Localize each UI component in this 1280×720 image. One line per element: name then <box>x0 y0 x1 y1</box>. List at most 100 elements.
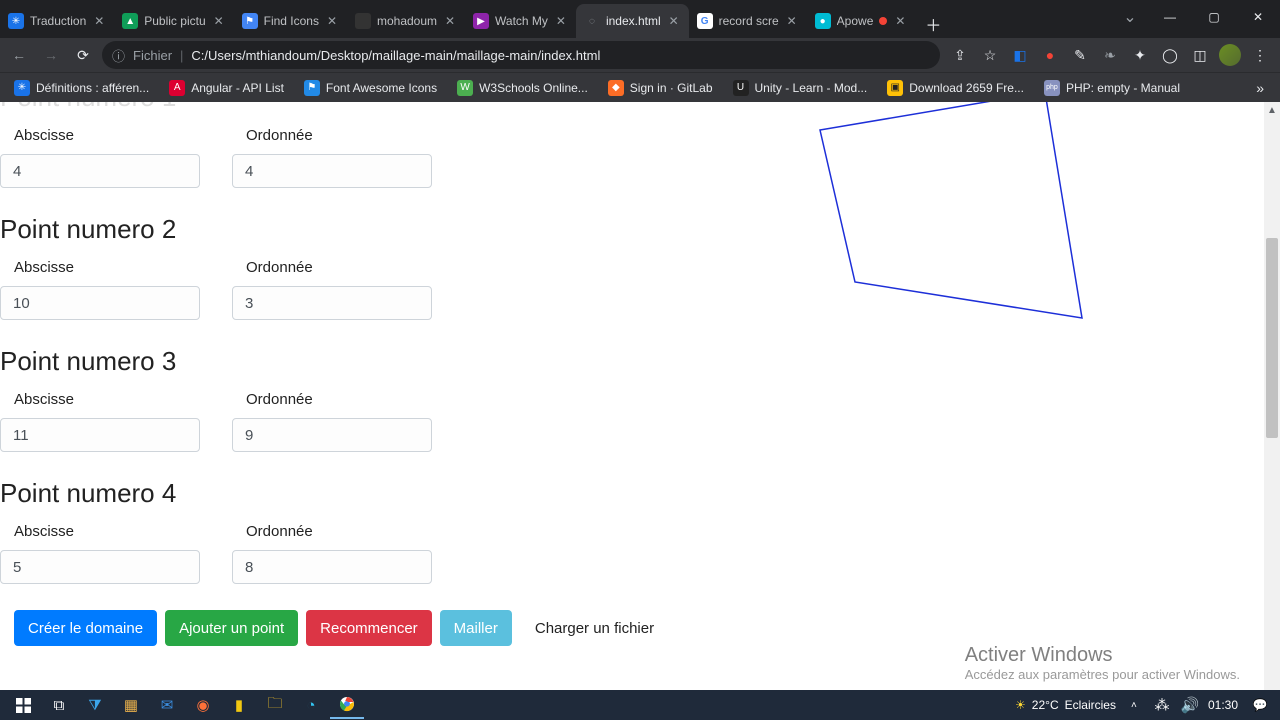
bookmark-0[interactable]: ✳Définitions : afféren... <box>6 76 157 100</box>
bookmark-4[interactable]: ◆Sign in · GitLab <box>600 76 721 100</box>
tab-7[interactable]: ●Apowe✕ <box>807 4 916 38</box>
profile-avatar[interactable] <box>1216 41 1244 69</box>
share-icon[interactable]: ⇪ <box>946 41 974 69</box>
close-icon[interactable]: ✕ <box>325 14 339 28</box>
calendar-icon[interactable]: ▦ <box>114 691 148 719</box>
close-icon[interactable]: ✕ <box>212 14 226 28</box>
close-window-button[interactable]: ✕ <box>1236 0 1280 34</box>
maximize-button[interactable]: ▢ <box>1192 0 1236 34</box>
bookmark-7[interactable]: phpPHP: empty - Manual <box>1036 76 1188 100</box>
close-icon[interactable]: ✕ <box>443 14 457 28</box>
close-icon[interactable]: ✕ <box>785 14 799 28</box>
reload-button[interactable]: ⟳ <box>70 42 96 68</box>
mail-icon[interactable]: ✉ <box>150 691 184 719</box>
bookmark-6[interactable]: ▣Download 2659 Fre... <box>879 76 1032 100</box>
point4-x-input[interactable] <box>0 550 200 584</box>
scroll-thumb[interactable] <box>1266 238 1278 438</box>
tab-1[interactable]: ▲Public pictu✕ <box>114 4 233 38</box>
close-icon[interactable]: ✕ <box>893 14 907 28</box>
vscode-icon[interactable]: ⧩ <box>78 691 112 719</box>
url-field[interactable]: ⓘ Fichier | C:/Users/mthiandoum/Desktop/… <box>102 41 940 69</box>
tab-5-active[interactable]: ◌index.html✕ <box>576 4 689 38</box>
notifications-icon[interactable]: 💬 <box>1246 691 1274 719</box>
abscisse-label: Abscisse <box>0 391 200 408</box>
polygon-svg <box>800 102 1100 342</box>
new-tab-button[interactable]: ＋ <box>919 10 947 38</box>
scrollbar[interactable]: ▲ <box>1264 102 1280 690</box>
close-icon[interactable]: ✕ <box>667 14 681 28</box>
ext5-circle-icon[interactable]: ◯ <box>1156 41 1184 69</box>
domain-polygon-shape <box>820 102 1082 318</box>
point1-x-input[interactable] <box>0 154 200 188</box>
point2-y-input[interactable] <box>232 286 432 320</box>
forward-button[interactable]: → <box>38 42 64 68</box>
bookmark-star-icon[interactable]: ☆ <box>976 41 1004 69</box>
close-icon[interactable]: ✕ <box>92 14 106 28</box>
tab-4[interactable]: ▶Watch My✕ <box>465 4 576 38</box>
polygon-canvas <box>800 102 1220 462</box>
bm-dl-icon: ▣ <box>887 80 903 96</box>
favicon-flag-icon: ⚑ <box>242 13 258 29</box>
explorer-icon[interactable]: 🗀 <box>258 691 292 719</box>
bookmark-label: W3Schools Online... <box>479 81 588 95</box>
mesh-button[interactable]: Mailler <box>440 610 512 646</box>
info-icon[interactable]: ⓘ <box>112 46 125 65</box>
tab-label: mohadoum <box>377 14 437 28</box>
tab-2[interactable]: ⚑Find Icons✕ <box>234 4 347 38</box>
taskview-icon[interactable]: ⧉ <box>42 691 76 719</box>
ordonnee-label: Ordonnée <box>232 523 432 540</box>
menu-kebab-icon[interactable]: ⋮ <box>1246 41 1274 69</box>
ordonnee-label: Ordonnée <box>232 127 432 144</box>
close-icon[interactable]: ✕ <box>554 14 568 28</box>
bookmarks-overflow-button[interactable]: » <box>1246 80 1274 96</box>
sidepanel-icon[interactable]: ◫ <box>1186 41 1214 69</box>
bookmark-3[interactable]: WW3Schools Online... <box>449 76 596 100</box>
bookmark-2[interactable]: ⚑Font Awesome Icons <box>296 76 445 100</box>
weather-sun-icon: ☀ <box>1015 698 1026 712</box>
point1-y-input[interactable] <box>232 154 432 188</box>
tab-6[interactable]: Grecord scre✕ <box>689 4 807 38</box>
tab-label: Watch My <box>495 14 548 28</box>
action-button-row: Créer le domaine Ajouter un point Recomm… <box>0 610 1260 646</box>
favicon-record-icon: ● <box>815 13 831 29</box>
wifi-icon[interactable]: ⁂ <box>1152 691 1172 719</box>
load-file-button[interactable]: Charger un fichier <box>520 610 669 646</box>
back-button[interactable]: ← <box>6 42 32 68</box>
bookmark-5[interactable]: UUnity - Learn - Mod... <box>725 76 876 100</box>
scroll-up-icon[interactable]: ▲ <box>1264 102 1280 118</box>
favicon-drive-icon: ▲ <box>122 13 138 29</box>
minimize-button[interactable]: — <box>1148 0 1192 34</box>
reset-button[interactable]: Recommencer <box>306 610 432 646</box>
add-point-button[interactable]: Ajouter un point <box>165 610 298 646</box>
weather-widget[interactable]: ☀ 22°C Eclaircies <box>1015 698 1116 712</box>
favicon-generic-icon <box>355 13 371 29</box>
tab-overflow-button[interactable]: ⌄ <box>1112 0 1148 34</box>
firefox-icon[interactable]: ◉ <box>186 691 220 719</box>
extensions-puzzle-icon[interactable]: ✦ <box>1126 41 1154 69</box>
edge-icon[interactable]: ◔ <box>294 691 328 719</box>
weather-desc: Eclaircies <box>1065 698 1116 712</box>
tray-chevron-icon[interactable]: ˄ <box>1124 691 1144 719</box>
volume-icon[interactable]: 🔊 <box>1180 691 1200 719</box>
ext4-feather-icon[interactable]: ❧ <box>1096 41 1124 69</box>
ext2-icon[interactable]: ● <box>1036 41 1064 69</box>
point3-y-input[interactable] <box>232 418 432 452</box>
clock[interactable]: 01:30 <box>1208 698 1238 712</box>
favicon-globe-icon: ◌ <box>584 13 600 29</box>
abscisse-label: Abscisse <box>0 523 200 540</box>
ext1-icon[interactable]: ◧ <box>1006 41 1034 69</box>
windows-taskbar: ⧉ ⧩ ▦ ✉ ◉ ▮ 🗀 ◔ ☀ 22°C Eclaircies ˄ ⁂ 🔊 … <box>0 690 1280 720</box>
point3-x-input[interactable] <box>0 418 200 452</box>
tab-label: record scre <box>719 14 779 28</box>
powerbi-icon[interactable]: ▮ <box>222 691 256 719</box>
chrome-icon[interactable] <box>330 691 364 719</box>
start-button[interactable] <box>6 691 40 719</box>
create-domain-button[interactable]: Créer le domaine <box>14 610 157 646</box>
tab-0[interactable]: ✳Traduction✕ <box>0 4 114 38</box>
point4-y-input[interactable] <box>232 550 432 584</box>
point2-x-input[interactable] <box>0 286 200 320</box>
ext3-pen-icon[interactable]: ✎ <box>1066 41 1094 69</box>
tab-3[interactable]: mohadoum ✕ <box>347 4 465 38</box>
bookmark-1[interactable]: AAngular - API List <box>161 76 292 100</box>
taskbar-left: ⧉ ⧩ ▦ ✉ ◉ ▮ 🗀 ◔ <box>6 691 364 719</box>
